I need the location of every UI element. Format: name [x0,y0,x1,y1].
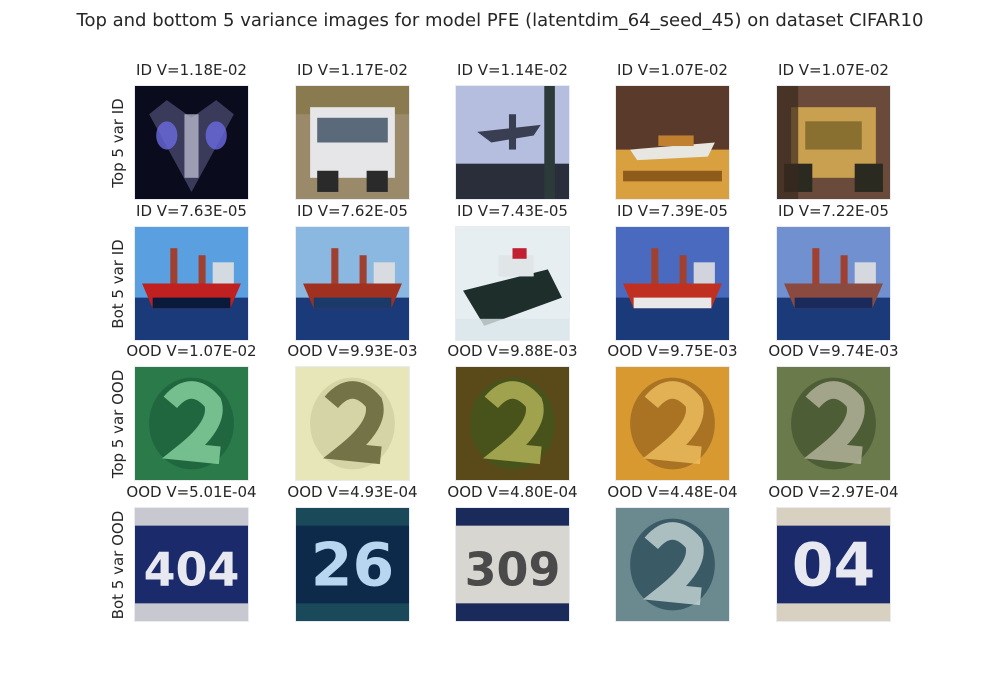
image-title: OOD V=5.01E-04 [126,483,257,501]
image-title: OOD V=4.80E-04 [447,483,578,501]
variance-image [776,366,891,481]
image-title: ID V=1.18E-02 [136,61,247,79]
image-thumbnail: 309 [456,508,569,621]
image-thumbnail [456,227,569,340]
image-title: ID V=7.39E-05 [617,202,728,220]
image-thumbnail [616,367,729,480]
image-thumbnail [296,86,409,199]
variance-image [295,226,410,341]
image-title: ID V=1.17E-02 [297,61,408,79]
row-label: Bot 5 var ID [109,238,127,329]
variance-image: 404 [134,507,249,622]
image-thumbnail [456,86,569,199]
variance-image [615,507,730,622]
variance-image [615,85,730,200]
image-thumbnail [296,227,409,340]
image-title: OOD V=9.88E-03 [447,342,578,360]
image-thumbnail [777,367,890,480]
variance-image [776,85,891,200]
image-thumbnail [135,86,248,199]
image-thumbnail: 404 [135,508,248,621]
row-label: Top 5 var OOD [109,369,127,478]
variance-image [615,366,730,481]
image-title: ID V=7.63E-05 [136,202,247,220]
variance-image [295,366,410,481]
image-thumbnail [296,367,409,480]
svg-text:26: 26 [311,531,395,601]
image-thumbnail [777,227,890,340]
image-thumbnail [616,227,729,340]
row-label: Bot 5 var OOD [109,510,127,619]
image-thumbnail: 04 [777,508,890,621]
svg-text:04: 04 [792,531,876,601]
variance-image [455,226,570,341]
image-thumbnail [616,86,729,199]
image-title: OOD V=9.93E-03 [287,342,418,360]
image-title: ID V=7.62E-05 [297,202,408,220]
image-title: ID V=1.07E-02 [778,61,889,79]
image-thumbnail [135,367,248,480]
image-title: OOD V=2.97E-04 [768,483,899,501]
image-title: OOD V=9.74E-03 [768,342,899,360]
image-thumbnail [616,508,729,621]
figure-title: Top and bottom 5 variance images for mod… [76,10,924,31]
variance-image: 309 [455,507,570,622]
image-title: OOD V=9.75E-03 [607,342,738,360]
image-title: ID V=7.22E-05 [778,202,889,220]
image-thumbnail [135,227,248,340]
image-title: ID V=7.43E-05 [457,202,568,220]
image-thumbnail [456,367,569,480]
svg-text:309: 309 [465,543,561,597]
row-label: Top 5 var ID [109,97,127,188]
variance-image [615,226,730,341]
variance-image: 04 [776,507,891,622]
image-title: OOD V=4.93E-04 [287,483,418,501]
image-title: ID V=1.07E-02 [617,61,728,79]
variance-image [295,85,410,200]
variance-image [776,226,891,341]
variance-image [134,226,249,341]
image-thumbnail [777,86,890,199]
variance-image [134,85,249,200]
image-title: ID V=1.14E-02 [457,61,568,79]
variance-image: 26 [295,507,410,622]
variance-image [455,85,570,200]
svg-text:404: 404 [144,543,240,597]
image-thumbnail: 26 [296,508,409,621]
variance-image [455,366,570,481]
image-title: OOD V=1.07E-02 [126,342,257,360]
image-title: OOD V=4.48E-04 [607,483,738,501]
variance-image [134,366,249,481]
